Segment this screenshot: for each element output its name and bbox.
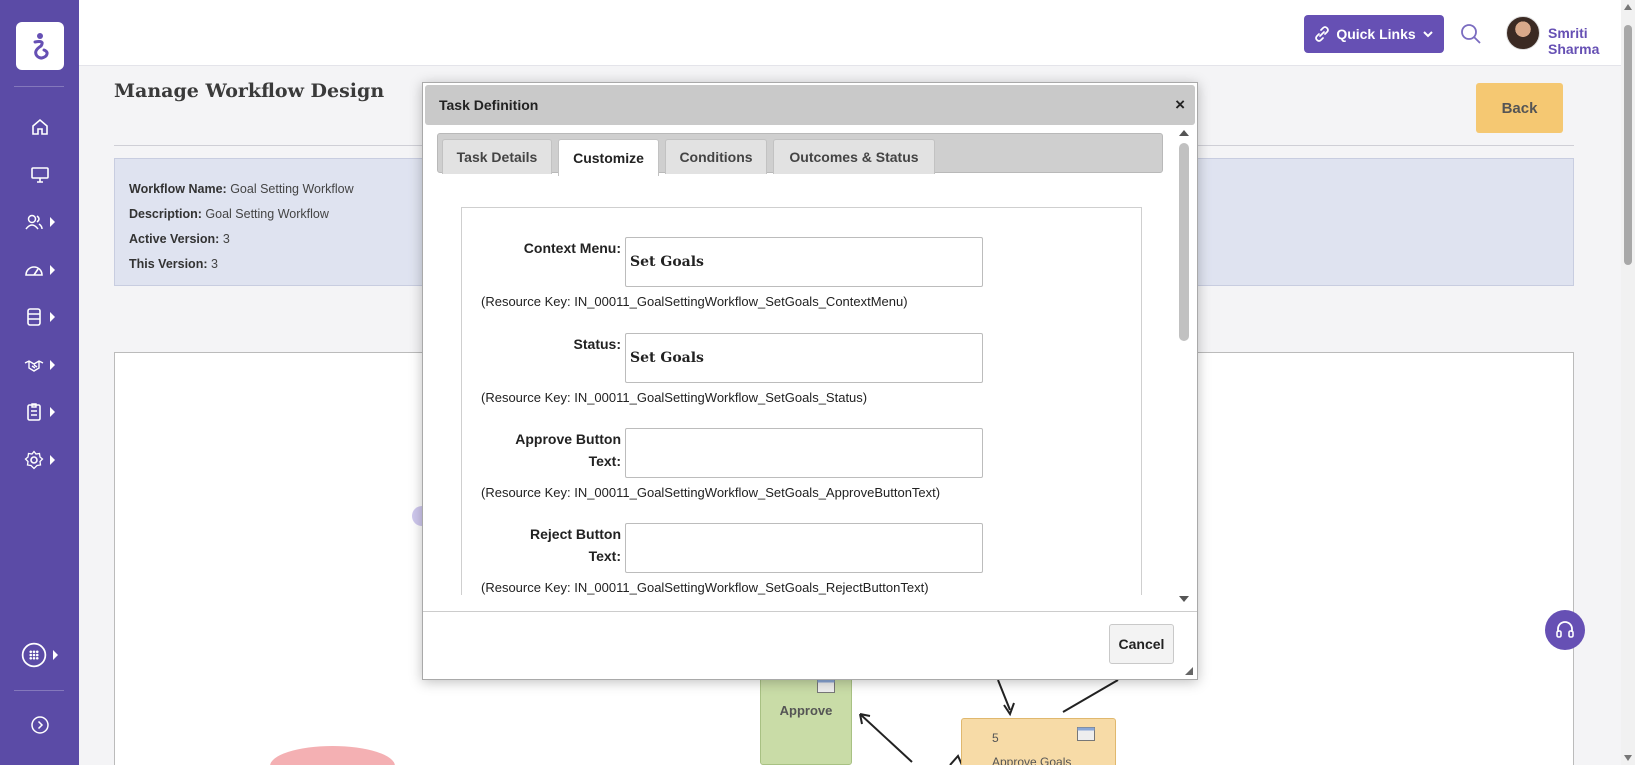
cancel-button[interactable]: Cancel xyxy=(1109,624,1174,664)
sidebar-divider xyxy=(14,86,64,87)
handshake-icon xyxy=(24,360,44,372)
resize-handle-icon[interactable] xyxy=(1185,667,1193,675)
scroll-down-icon[interactable] xyxy=(1624,754,1632,762)
diagram-node-approve-goals[interactable]: 5 Approve Goals xyxy=(961,718,1116,765)
help-button[interactable] xyxy=(1545,610,1585,650)
approve-button-text-label: Approve Button Text: xyxy=(485,428,621,472)
dashboard-icon xyxy=(25,266,43,276)
sidebar-item-database[interactable] xyxy=(0,297,79,337)
task-definition-dialog: Task Definition × Task Details Customize… xyxy=(422,82,1198,680)
sidebar-item-clipboard[interactable] xyxy=(0,392,79,432)
status-label: Status: xyxy=(573,336,621,352)
expand-caret-icon xyxy=(50,407,55,417)
approve-button-text-input[interactable] xyxy=(625,428,983,478)
link-icon xyxy=(1315,26,1330,42)
search-icon[interactable] xyxy=(1459,22,1483,46)
reject-button-text-label-line1: Reject Button xyxy=(530,526,621,542)
sidebar-item-settings[interactable] xyxy=(0,440,79,480)
active-version-value: 3 xyxy=(222,232,230,246)
people-icon xyxy=(25,214,43,230)
sidebar-item-home[interactable] xyxy=(0,107,79,147)
workflow-name-value: Goal Setting Workflow xyxy=(230,182,354,196)
sidebar-item-apps[interactable] xyxy=(0,635,79,675)
sidebar xyxy=(0,0,79,765)
dialog-title: Task Definition xyxy=(439,97,539,113)
sidebar-expand-button[interactable] xyxy=(0,705,79,745)
expand-caret-icon xyxy=(50,217,55,227)
context-menu-resource-key: (Resource Key: IN_00011_GoalSettingWorkf… xyxy=(481,294,908,309)
expand-caret-icon xyxy=(50,360,55,370)
approve-button-text-resource-key: (Resource Key: IN_00011_GoalSettingWorkf… xyxy=(481,485,941,500)
approve-goals-label: Approve Goals xyxy=(992,755,1072,765)
expand-caret-icon xyxy=(50,265,55,275)
logo-icon xyxy=(33,33,49,60)
expand-caret-icon xyxy=(50,455,55,465)
tab-customize[interactable]: Customize xyxy=(558,139,659,176)
diagram-node-approve[interactable]: Approve xyxy=(760,670,852,765)
reject-button-text-label-line2: Text: xyxy=(588,548,621,564)
settings-icon xyxy=(24,450,44,470)
clipboard-icon xyxy=(27,403,41,421)
description-label: Description: xyxy=(129,207,202,221)
home-icon xyxy=(31,118,48,135)
quick-links-button[interactable]: Quick Links xyxy=(1304,15,1444,53)
approve-button-text-label-line2: Text: xyxy=(588,453,621,469)
status-resource-key: (Resource Key: IN_00011_GoalSettingWorkf… xyxy=(481,390,868,405)
sidebar-item-handshake[interactable] xyxy=(0,345,79,385)
chevron-down-icon xyxy=(1422,31,1433,38)
dialog-tabs: Task Details Customize Conditions Outcom… xyxy=(437,133,1163,176)
status-input[interactable]: Set Goals xyxy=(625,333,983,383)
close-icon[interactable]: × xyxy=(1175,95,1185,115)
description-value: Goal Setting Workflow xyxy=(205,207,329,221)
headset-icon xyxy=(1556,621,1574,638)
scroll-up-icon[interactable] xyxy=(1179,129,1189,137)
dialog-scroll-thumb[interactable] xyxy=(1179,143,1189,341)
user-name[interactable]: Smriti Sharma xyxy=(1548,25,1621,57)
tab-conditions[interactable]: Conditions xyxy=(665,139,767,174)
top-header: Quick Links Smriti Sharma xyxy=(79,0,1621,66)
sidebar-item-dashboard[interactable] xyxy=(0,250,79,290)
context-menu-label: Context Menu: xyxy=(523,240,621,256)
expand-caret-icon xyxy=(53,650,58,660)
sidebar-item-people[interactable] xyxy=(0,202,79,242)
scroll-down-icon[interactable] xyxy=(1179,595,1189,603)
reject-button-text-resource-key: (Resource Key: IN_00011_GoalSettingWorkf… xyxy=(481,580,929,595)
task-icon xyxy=(817,679,835,693)
active-version-label: Active Version: xyxy=(129,232,220,246)
approve-button-text-label-line1: Approve Button xyxy=(515,431,621,447)
app-logo[interactable] xyxy=(16,22,64,70)
approve-node-label: Approve xyxy=(779,703,833,718)
scroll-up-icon[interactable] xyxy=(1624,3,1632,11)
reject-button-text-label: Reject Button Text: xyxy=(485,523,621,567)
back-button[interactable]: Back xyxy=(1476,83,1563,133)
dialog-title-bar[interactable]: Task Definition × xyxy=(425,85,1195,125)
page-title: Manage Workflow Design xyxy=(114,80,385,102)
reject-button-text-input[interactable] xyxy=(625,523,983,573)
avatar[interactable] xyxy=(1506,16,1540,50)
quick-links-label: Quick Links xyxy=(1336,26,1416,42)
this-version-value: 3 xyxy=(210,257,218,271)
task-icon xyxy=(1077,727,1095,741)
expand-icon xyxy=(30,716,49,734)
sidebar-divider xyxy=(14,690,64,691)
page-scroll-thumb[interactable] xyxy=(1624,25,1632,265)
tab-outcomes-status[interactable]: Outcomes & Status xyxy=(773,139,935,174)
dialog-body: Context Menu: Set Goals (Resource Key: I… xyxy=(425,175,1179,595)
database-icon xyxy=(27,308,41,326)
monitor-icon xyxy=(30,167,49,183)
this-version-label: This Version: xyxy=(129,257,208,271)
approve-goals-number: 5 xyxy=(992,731,999,745)
workflow-name-label: Workflow Name: xyxy=(129,182,227,196)
context-menu-input[interactable]: Set Goals xyxy=(625,237,983,287)
sidebar-item-monitor[interactable] xyxy=(0,155,79,195)
apps-icon xyxy=(21,642,47,668)
dialog-scrollbar[interactable] xyxy=(1175,127,1193,605)
tab-task-details[interactable]: Task Details xyxy=(442,139,552,174)
expand-caret-icon xyxy=(50,312,55,322)
dialog-footer-divider xyxy=(423,611,1197,612)
page-scrollbar[interactable] xyxy=(1621,0,1635,765)
